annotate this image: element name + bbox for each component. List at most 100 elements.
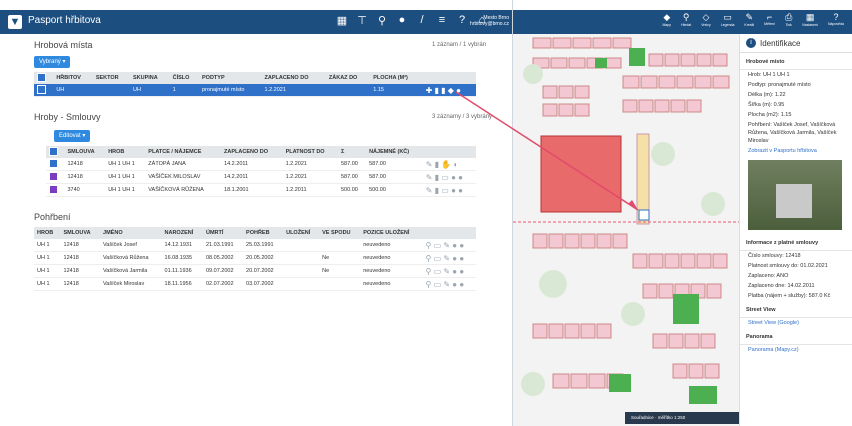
grave-line: Délka (m): 1.22 [748, 92, 786, 98]
map-tool[interactable]: ⌐ Měření [764, 10, 775, 34]
map-tool[interactable]: ⚲ Hledat [681, 10, 691, 34]
map-tool[interactable]: ⎙ Tisk [785, 10, 792, 34]
filter-icon[interactable]: ⊤ [356, 14, 368, 27]
help-icon[interactable]: ? [456, 14, 468, 27]
map-toolbar: ◆ Mapy ⚲ Hledat ◇ Vrstvy ▭ Legenda ✎ Kreslit … [513, 10, 852, 34]
grave-count: 1 záznam / 1 vybrán [432, 42, 487, 48]
column-header[interactable]: ZAPLACENO DO [261, 72, 326, 84]
column-header[interactable]: PODTYP [199, 72, 262, 84]
column-header[interactable]: HŘBITOV [53, 72, 93, 84]
help-icon: ? [833, 12, 839, 22]
row-actions[interactable]: ✎ ▮ ▭ ● ● [422, 170, 476, 184]
select-all-checkbox[interactable] [34, 72, 54, 84]
map-tool[interactable]: ▦ Nastavení [802, 10, 818, 34]
left-header: ▼ Pasport hřbitova ▦ ⊤ ⚲ ● / ≡ ? ⌂ Mesto… [0, 10, 512, 34]
table-row[interactable]: UH 1 12418 Vašíček Josef 14.12.1931 21.03.19… [34, 239, 476, 252]
table-row[interactable]: UH 1 12418 Vašíčková Jarmila 01.11.1936 09.0… [34, 264, 476, 278]
table-row[interactable]: UH UH 1 pronajmuté místo 1.2.2021 1.15 ✚ ▮ ▮ ◆… [34, 84, 476, 97]
app-logo-icon: ▼ [8, 15, 22, 29]
cemetery-map[interactable]: Souřadnice · měřítko 1:250 [513, 34, 739, 426]
column-header[interactable]: HROB [105, 146, 146, 158]
map-tool[interactable]: ◇ Vrstvy [701, 10, 711, 34]
contract-heading: Informace z platné smlouvy [740, 234, 852, 251]
grave-heading: Hrobové místo [740, 53, 852, 70]
panorama-link[interactable]: Panorama (Mapy.cz) [748, 347, 799, 353]
contracts-count: 3 záznamy / 3 vybrány [432, 114, 493, 120]
row-actions[interactable]: ⚲ ▭ ✎ ● ● [422, 239, 476, 252]
column-header[interactable]: ČÍSLO [169, 72, 199, 84]
legend-icon: ▭ [723, 12, 732, 22]
measure-icon: ⌐ [766, 12, 773, 22]
panorama-heading: Panorama [740, 328, 852, 345]
grave-section-title: Hrobová místa [34, 40, 93, 50]
column-header[interactable]: Σ [337, 146, 367, 158]
table-row[interactable]: 12418 UH 1 UH 1 VAŠÍČEK MILOSLAV 14.2.2011 1… [46, 170, 476, 184]
map-status-bar[interactable]: Souřadnice · měřítko 1:250 [625, 412, 739, 424]
panel-header: i Identifikace [740, 34, 852, 53]
pen-icon: ✎ [745, 12, 754, 22]
app-title: Pasport hřbitova [28, 15, 101, 26]
grave-table-header: HŘBITOV SEKTOR SKUPINA ČÍSLO PODTYP ZAPLACENO… [34, 72, 476, 84]
column-header[interactable]: SKUPINA [129, 72, 170, 84]
map-canvas[interactable] [513, 34, 739, 426]
row-actions[interactable]: ✚ ▮ ▮ ◆ ● [422, 84, 476, 97]
grave-line: Plocha (m2): 1.15 [748, 112, 792, 118]
table-row[interactable]: UH 1 12418 Vašíčková Růžena 16.08.1935 08.05… [34, 251, 476, 265]
map-tool[interactable]: ? Nápověda [828, 10, 844, 34]
column-header[interactable]: PLOCHA (M²) [370, 72, 423, 84]
grave-line: Pohřbení: Vašíček Josef, Vašíčková Růžen… [748, 122, 837, 144]
grid-icon: ▦ [805, 12, 815, 22]
row-actions[interactable]: ⚲ ▭ ✎ ● ● [422, 251, 476, 265]
contracts-header: SMLOUVA HROB PLATCE / NÁJEMCE ZAPLACENO DO P… [46, 146, 476, 158]
grave-line: Šířka (m): 0.95 [748, 102, 785, 108]
map-tool[interactable]: ▭ Legenda [721, 10, 735, 34]
record-icon[interactable]: ● [396, 14, 408, 27]
burials-title: Pohřbení [34, 212, 71, 222]
pin-icon: ◆ [663, 12, 671, 22]
identification-panel: i Identifikace Hrobové místo Hrob: UH 1 U… [739, 34, 852, 426]
map-tool[interactable]: ✎ Kreslit [744, 10, 754, 34]
edit-button[interactable]: Editovat ▾ [54, 130, 91, 142]
passport-link[interactable]: Zobrazit v Pasportu hřbitova [748, 148, 817, 154]
left-toolbar: ▦ ⊤ ⚲ ● / ≡ ? ⌂ [336, 14, 488, 27]
selected-grave-polygon [540, 135, 622, 213]
grave-photo[interactable] [748, 160, 842, 230]
user-info[interactable]: Mesto Brno hrbitovy@brno.cz [470, 15, 509, 27]
street-heading: Street View [740, 301, 852, 318]
grid-icon[interactable]: ▦ [336, 14, 348, 27]
row-actions[interactable]: ⚲ ▭ ✎ ● ● [422, 264, 476, 278]
row-checkbox[interactable] [34, 84, 54, 97]
street-link[interactable]: Street View (Google) [748, 320, 799, 326]
funnel-icon[interactable]: ⚲ [376, 14, 388, 27]
row-actions[interactable]: ✎ ▮ ▭ ● ● [422, 183, 476, 197]
layers-icon: ◇ [702, 12, 710, 22]
search-icon: ⚲ [682, 12, 690, 22]
map-app-panel: ◆ Mapy ⚲ Hledat ◇ Vrstvy ▭ Legenda ✎ Kreslit … [513, 0, 852, 426]
row-actions[interactable]: ✎ ▮ ✋ ◐ [422, 158, 476, 171]
column-header[interactable]: PLATNOST DO [282, 146, 338, 158]
column-header[interactable]: PLATCE / NÁJEMCE [145, 146, 222, 158]
burials-header: HROB SMLOUVA JMÉNO NAROZENÍ ÚMRTÍ POHŘEB ULOŽE… [34, 227, 476, 239]
table-row[interactable]: UH 1 12418 Vašíček Miroslav 18.11.1956 02.07… [34, 277, 476, 291]
selected-grave-marker [638, 209, 650, 221]
menu-icon[interactable]: ≡ [436, 14, 448, 27]
table-row[interactable]: 3740 UH 1 UH 1 VAŠÍČKOVÁ RŮŽENA 18.1.2001 1.… [46, 183, 476, 197]
left-app-panel: ▼ Pasport hřbitova ▦ ⊤ ⚲ ● / ≡ ? ⌂ Mesto… [0, 0, 513, 426]
contracts-table: SMLOUVA HROB PLATCE / NÁJEMCE ZAPLACENO DO P… [46, 146, 476, 197]
table-row[interactable]: 12418 UH 1 UH 1 ZÁTOPÁ JANA 14.2.2011 1.2.20… [46, 158, 476, 171]
grave-table: HŘBITOV SEKTOR SKUPINA ČÍSLO PODTYP ZAPLACENO… [34, 72, 476, 97]
grave-line: Podtyp: pronajmuté místo [748, 82, 811, 88]
column-header[interactable]: NÁJEMNÉ (KČ) [366, 146, 423, 158]
column-header[interactable]: ZÁKAZ DO [325, 72, 371, 84]
column-header[interactable]: SMLOUVA [64, 146, 106, 158]
column-header[interactable]: ZAPLACENO DO [221, 146, 283, 158]
row-actions[interactable]: ⚲ ▭ ✎ ● ● [422, 277, 476, 291]
selected-button[interactable]: Vybraný ▾ [34, 56, 71, 68]
burials-table: HROB SMLOUVA JMÉNO NAROZENÍ ÚMRTÍ POHŘEB ULOŽE… [34, 227, 476, 291]
column-header[interactable]: SEKTOR [92, 72, 130, 84]
print-icon: ⎙ [785, 12, 793, 22]
map-tool[interactable]: ◆ Mapy [663, 10, 672, 34]
grave-line: Hrob: UH 1 UH 1 [748, 72, 790, 78]
edit-icon[interactable]: / [416, 14, 428, 27]
info-icon: i [746, 38, 756, 48]
